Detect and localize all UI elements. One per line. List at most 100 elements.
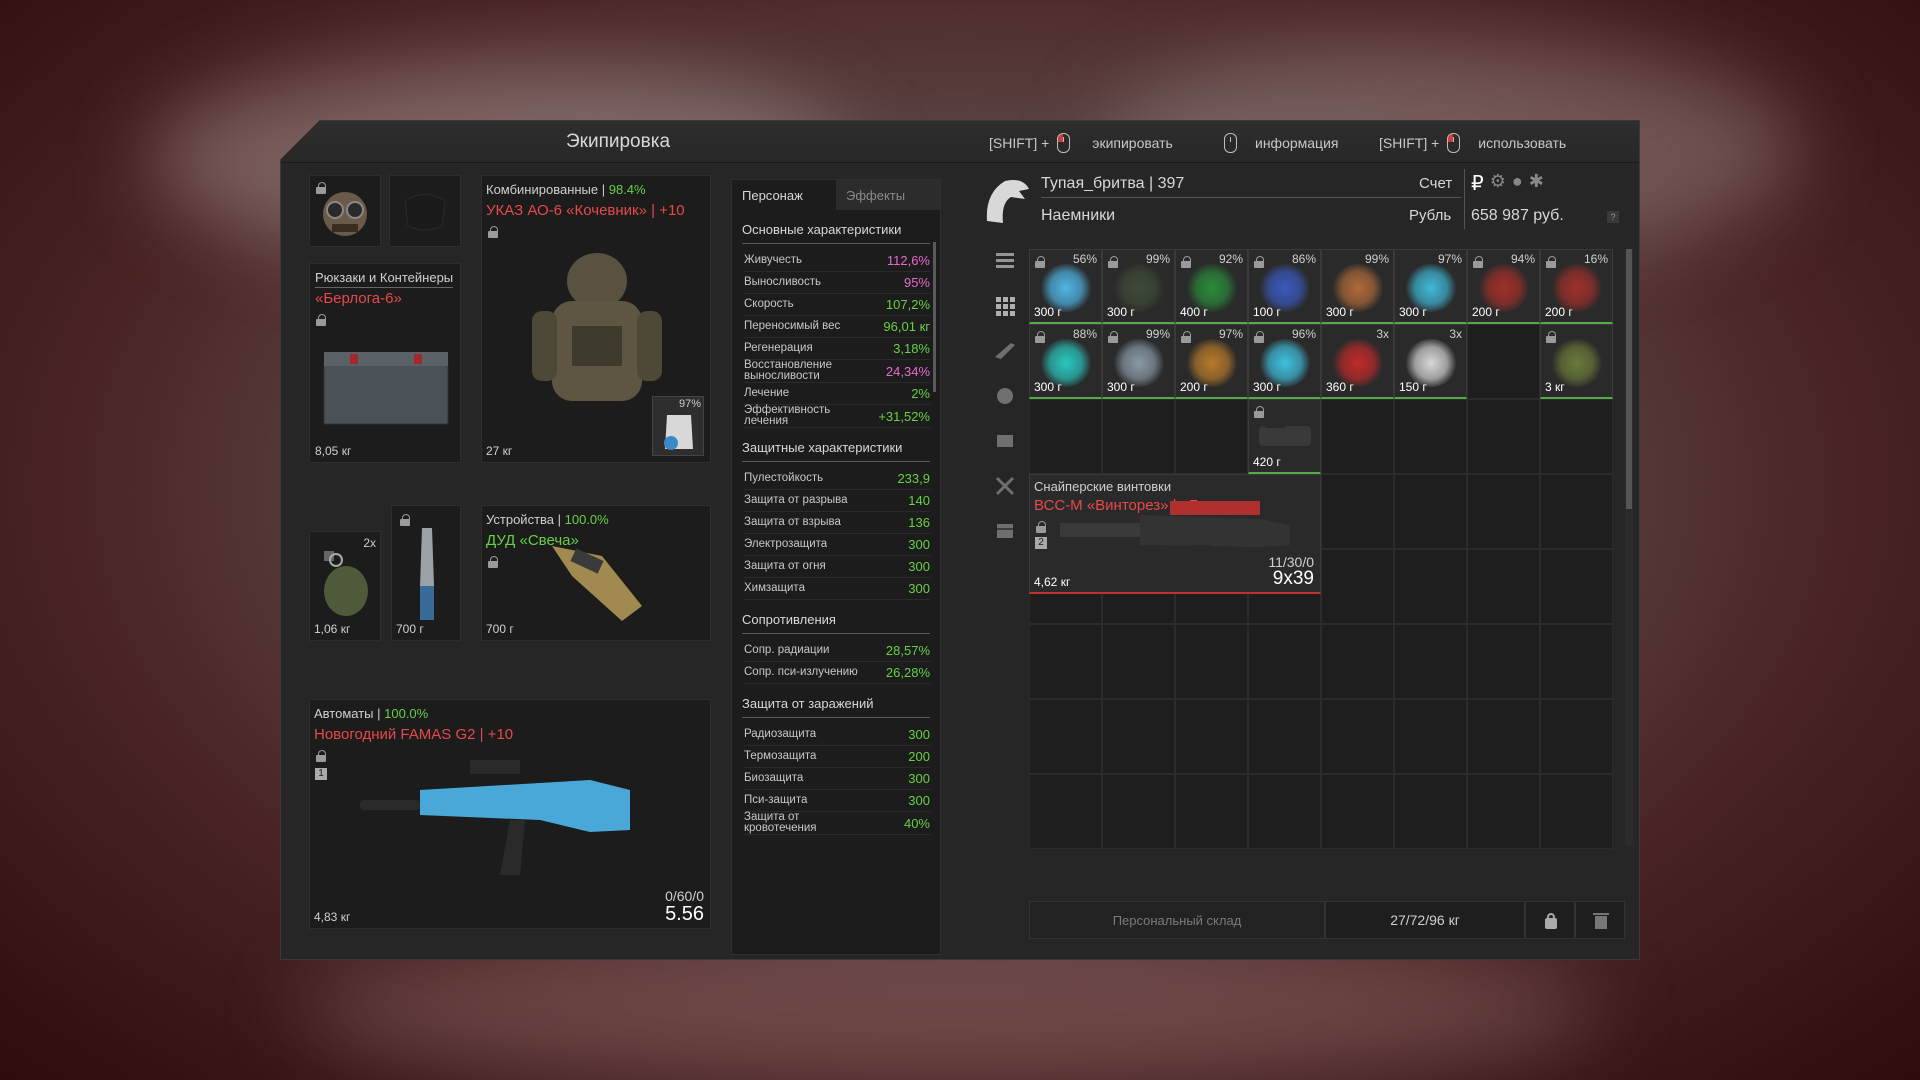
inventory-cell[interactable] (1321, 624, 1394, 699)
inventory-cell[interactable] (1029, 699, 1102, 774)
inventory-cell[interactable] (1540, 624, 1613, 699)
inventory-cell[interactable] (1029, 624, 1102, 699)
inventory-cell[interactable] (1175, 699, 1248, 774)
inventory-cell[interactable] (1102, 624, 1175, 699)
inventory-cell[interactable] (1394, 474, 1467, 549)
inventory-cell[interactable] (1394, 399, 1467, 474)
weapon-filter-icon[interactable] (993, 339, 1017, 363)
help-icon[interactable]: ? (1607, 211, 1619, 223)
inventory-item[interactable]: 99% 300 г (1102, 324, 1175, 399)
inventory-item[interactable]: 94% 200 г (1467, 249, 1540, 324)
tools-filter-icon[interactable] (993, 474, 1017, 498)
inventory-cell[interactable] (1394, 774, 1467, 849)
hint-prefix: [SHIFT] + (989, 135, 1050, 151)
inventory-item[interactable]: 3 кг (1540, 324, 1613, 399)
inventory-item[interactable]: 3x 150 г (1394, 324, 1467, 399)
inventory-item[interactable]: 97% 200 г (1175, 324, 1248, 399)
inventory-cell[interactable] (1029, 399, 1102, 474)
sniper-rifle-item[interactable]: Снайперские винтовки ВСС-М «Винторез» | +… (1029, 474, 1321, 594)
stat-label: Термозащита (744, 750, 817, 762)
inventory-cell[interactable] (1321, 399, 1394, 474)
stat-label: Пси-защита (744, 794, 808, 806)
equipment-window: Экипировка [SHIFT] + экипировать информа… (280, 120, 1640, 960)
devices-slot[interactable]: Устройства | 100.0% ДУД «Свеча» 700 г (481, 505, 711, 641)
weapon-category-line: Автоматы | 100.0% (314, 706, 429, 721)
primary-weapon-slot[interactable]: Автоматы | 100.0% Новогодний FAMAS G2 | … (309, 699, 711, 929)
tab-effects[interactable]: Эффекты (836, 180, 940, 210)
knife-slot[interactable]: 700 г (391, 505, 461, 641)
devices-category-line: Устройства | 100.0% (486, 512, 609, 527)
sort-list-icon[interactable] (993, 249, 1017, 273)
inventory-cell[interactable] (1467, 624, 1540, 699)
grid-view-icon[interactable] (993, 294, 1017, 318)
inventory-scrollbar[interactable] (1625, 249, 1633, 845)
inventory-cell[interactable] (1467, 774, 1540, 849)
inventory-cell[interactable] (1248, 624, 1321, 699)
item-weight: 27 кг (486, 444, 513, 458)
stats-scrollbar[interactable] (933, 242, 936, 392)
inventory-cell[interactable] (1467, 324, 1540, 399)
inventory-cell[interactable] (1102, 774, 1175, 849)
inventory-cell[interactable] (1394, 549, 1467, 624)
inventory-cell[interactable] (1540, 399, 1613, 474)
grenade-slot[interactable]: 2x 1,06 кг (309, 531, 381, 641)
personal-storage-button[interactable]: Персональный склад (1029, 901, 1325, 939)
inventory-cell[interactable] (1467, 549, 1540, 624)
stat-value: 2% (911, 386, 930, 401)
misc-filter-icon[interactable] (993, 519, 1017, 543)
gear-currency-icon[interactable]: ⚙ (1490, 171, 1506, 196)
inventory-cell[interactable] (1467, 399, 1540, 474)
tab-character[interactable]: Персонаж (732, 180, 836, 210)
inventory-cell[interactable] (1467, 699, 1540, 774)
armor-slot[interactable]: Комбинированные | 98.4% УКАЗ АО-6 «Кочев… (481, 175, 711, 463)
inventory-cell[interactable] (1321, 474, 1394, 549)
inventory-cell[interactable] (1321, 774, 1394, 849)
inventory-cell[interactable] (1248, 699, 1321, 774)
inventory-cell[interactable] (1394, 624, 1467, 699)
inventory-item[interactable]: 420 г (1248, 399, 1321, 474)
container-icon (323, 352, 449, 425)
token-icon[interactable]: ✱ (1529, 171, 1544, 196)
coin-icon[interactable]: ● (1512, 171, 1523, 196)
inventory-cell[interactable] (1321, 549, 1394, 624)
armor-plate[interactable]: 97% (652, 396, 704, 456)
inventory-cell[interactable] (1540, 474, 1613, 549)
inventory-cell[interactable] (1540, 549, 1613, 624)
inventory-cell[interactable] (1102, 399, 1175, 474)
inventory-item[interactable]: 92% 400 г (1175, 249, 1248, 324)
inventory-cell[interactable] (1175, 624, 1248, 699)
inventory-item[interactable]: 97% 300 г (1394, 249, 1467, 324)
inventory-item[interactable]: 86% 100 г (1248, 249, 1321, 324)
face-slot[interactable] (309, 175, 381, 247)
device-filter-icon[interactable] (993, 429, 1017, 453)
item-durability: 97% (1218, 327, 1243, 341)
inventory-cell[interactable] (1029, 774, 1102, 849)
inventory-cell[interactable] (1321, 699, 1394, 774)
stat-section-header: Сопротивления (742, 612, 930, 634)
artifact-filter-icon[interactable] (993, 384, 1017, 408)
scrollbar-thumb[interactable] (1626, 249, 1632, 509)
inventory-cell[interactable] (1175, 774, 1248, 849)
inventory-cell[interactable] (1175, 399, 1248, 474)
inventory-cell[interactable] (1248, 774, 1321, 849)
inventory-cell[interactable] (1540, 774, 1613, 849)
inventory-item[interactable]: 3x 360 г (1321, 324, 1394, 399)
item-weight: 100 г (1253, 305, 1281, 319)
inventory-item[interactable]: 16% 200 г (1540, 249, 1613, 324)
hint-label: использовать (1478, 135, 1567, 151)
inventory-cell[interactable] (1394, 699, 1467, 774)
inventory-item[interactable]: 56% 300 г (1029, 249, 1102, 324)
inventory-item[interactable]: 99% 300 г (1321, 249, 1394, 324)
stat-row: Электрозащита 300 (744, 534, 930, 556)
inventory-cell[interactable] (1540, 699, 1613, 774)
inventory-item[interactable]: 99% 300 г (1102, 249, 1175, 324)
backpack-slot[interactable]: Рюкзаки и Контейнеры «Берлога-6» 8,05 кг (309, 263, 461, 463)
inventory-item[interactable]: 88% 300 г (1029, 324, 1102, 399)
trash-button[interactable] (1575, 901, 1625, 939)
inventory-item[interactable]: 96% 300 г (1248, 324, 1321, 399)
inventory-cell[interactable] (1102, 699, 1175, 774)
ruble-icon[interactable]: ₽ (1471, 171, 1484, 196)
inventory-cell[interactable] (1467, 474, 1540, 549)
mask-slot[interactable] (389, 175, 461, 247)
hint-label: экипировать (1092, 135, 1173, 151)
